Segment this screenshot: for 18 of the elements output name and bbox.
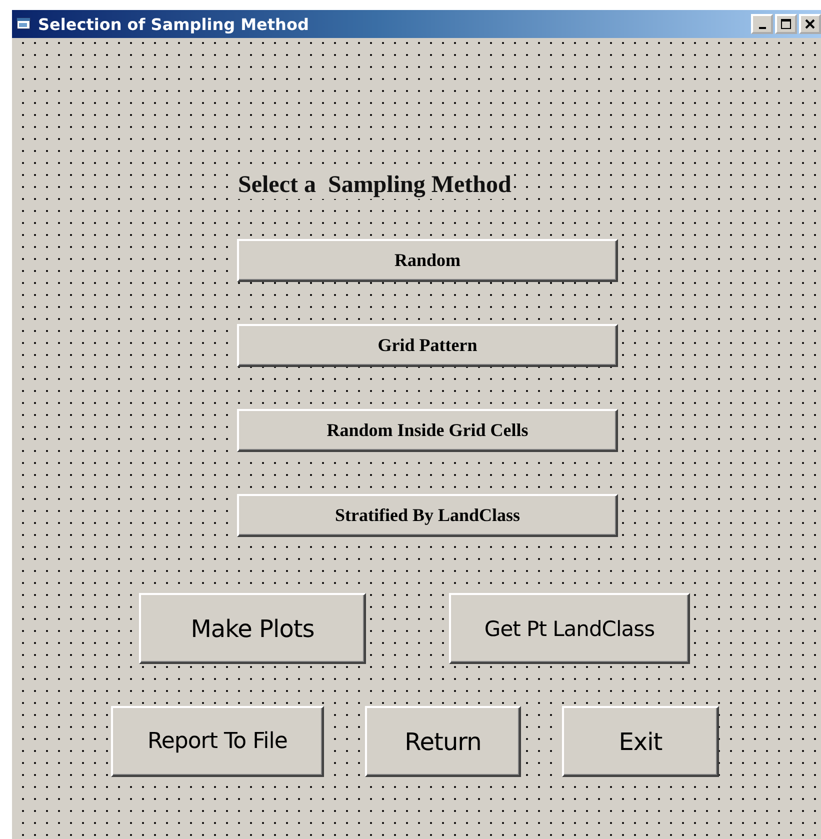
maximize-icon	[781, 19, 791, 29]
action-button[interactable]: Get Pt LandClass	[449, 593, 690, 664]
action-button[interactable]: Report To File	[111, 706, 324, 777]
minimize-button[interactable]	[751, 14, 773, 34]
window-icon	[16, 17, 32, 31]
method-button[interactable]: Grid Pattern	[237, 324, 618, 367]
close-button[interactable]	[799, 14, 821, 34]
minimize-icon	[758, 27, 766, 29]
method-button[interactable]: Random Inside Grid Cells	[237, 409, 618, 452]
action-button[interactable]: Return	[365, 706, 521, 777]
close-icon	[805, 19, 815, 29]
window-title: Selection of Sampling Method	[38, 14, 309, 34]
action-button[interactable]: Exit	[562, 706, 719, 777]
form-heading: Select a Sampling Method	[238, 172, 512, 199]
action-button[interactable]: Make Plots	[139, 593, 366, 664]
maximize-button[interactable]	[775, 14, 797, 34]
method-button[interactable]: Stratified By LandClass	[237, 494, 618, 537]
method-button[interactable]: Random	[237, 239, 618, 282]
